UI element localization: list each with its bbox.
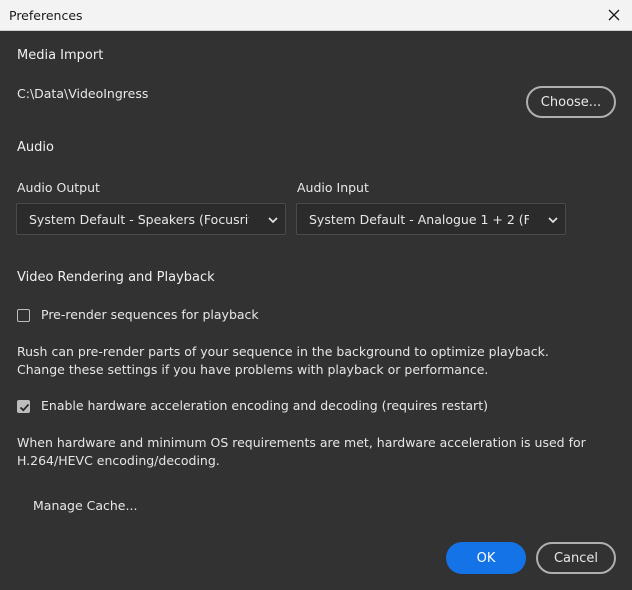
checkmark-icon [19, 403, 30, 412]
close-icon [608, 9, 620, 21]
chevron-down-icon [268, 217, 278, 224]
media-import-path: C:\Data\VideoIngress [17, 86, 149, 101]
window-title: Preferences [9, 8, 83, 23]
audio-output-label: Audio Output [17, 180, 100, 195]
hw-accel-checkbox[interactable] [17, 400, 30, 413]
close-button[interactable] [602, 3, 626, 27]
video-rendering-heading: Video Rendering and Playback [17, 270, 215, 285]
audio-input-label: Audio Input [297, 180, 369, 195]
audio-output-value: System Default - Speakers (Focusrite ... [29, 211, 249, 227]
chevron-down-icon [548, 217, 558, 224]
audio-heading: Audio [17, 140, 54, 155]
ok-button[interactable]: OK [446, 542, 526, 574]
audio-output-select[interactable]: System Default - Speakers (Focusrite ... [16, 203, 286, 235]
title-bar: Preferences [0, 0, 632, 31]
prerender-label: Pre-render sequences for playback [41, 307, 259, 322]
cancel-button[interactable]: Cancel [536, 542, 616, 574]
manage-cache-button[interactable]: Manage Cache... [33, 498, 137, 513]
choose-button[interactable]: Choose... [526, 86, 616, 118]
audio-input-select[interactable]: System Default - Analogue 1 + 2 (Focu... [296, 203, 566, 235]
prerender-checkbox[interactable] [17, 309, 30, 322]
media-import-heading: Media Import [17, 48, 104, 63]
prerender-description: Rush can pre-render parts of your sequen… [17, 344, 549, 377]
hw-accel-description: When hardware and minimum OS requirement… [17, 435, 586, 468]
audio-input-value: System Default - Analogue 1 + 2 (Focu... [309, 211, 529, 227]
hw-accel-label: Enable hardware acceleration encoding an… [41, 398, 488, 413]
